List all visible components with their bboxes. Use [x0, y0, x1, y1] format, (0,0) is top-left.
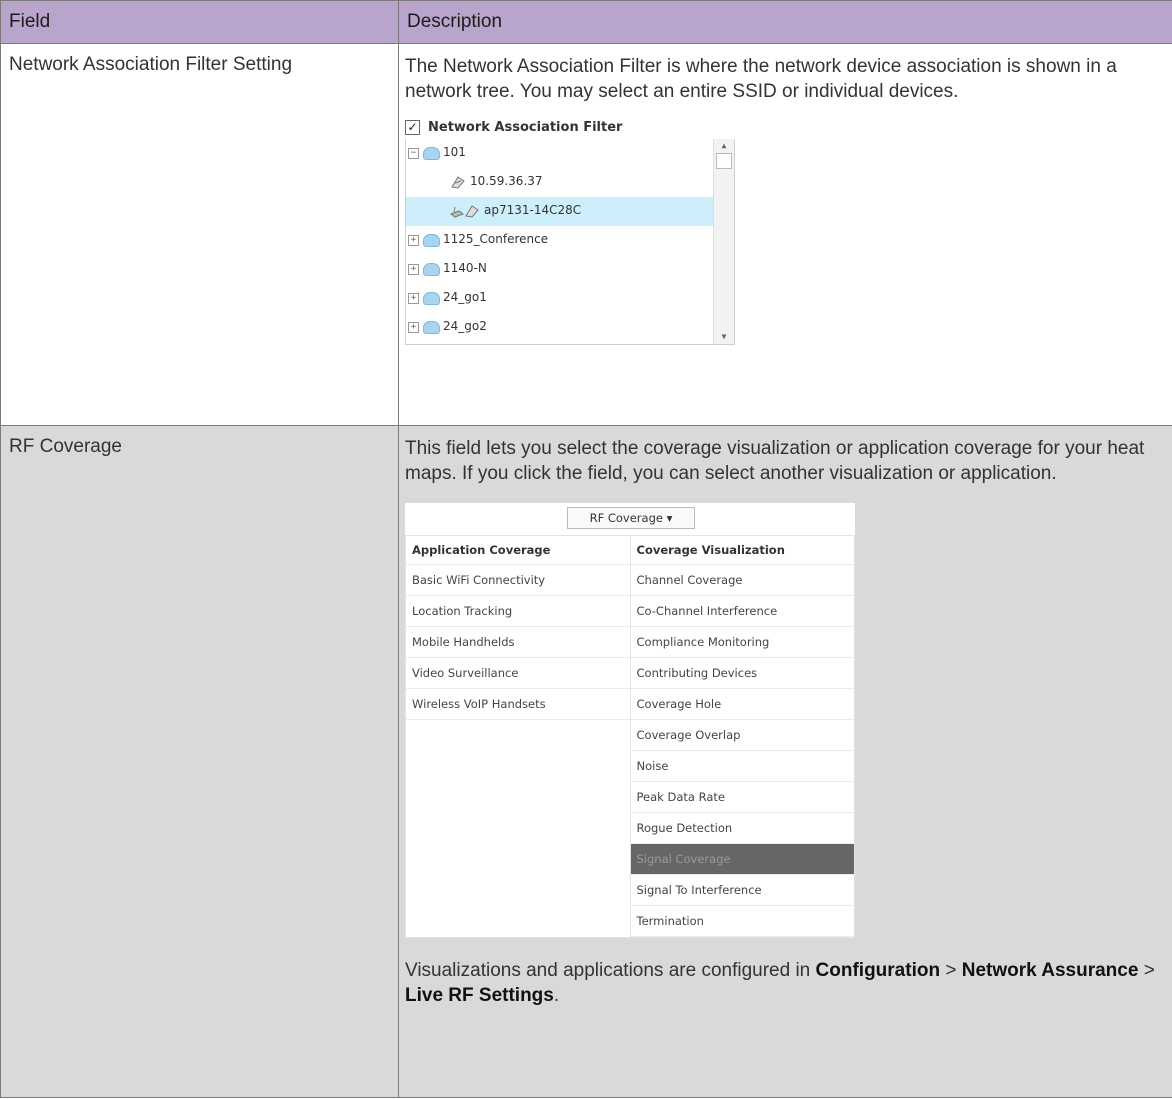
tree-item-24-go2[interactable]: + 24_go2 [406, 313, 734, 342]
path-separator: > [940, 959, 962, 981]
filter-header: ✓ Network Association Filter [405, 117, 735, 139]
field-name: RF Coverage [0, 425, 399, 1098]
coverage-visualization-item[interactable]: Coverage Overlap [630, 720, 854, 751]
coverage-visualization-item[interactable]: Channel Coverage [630, 565, 854, 596]
tree-item-1140-n[interactable]: + 1140-N [406, 255, 734, 284]
application-coverage-item[interactable]: Wireless VoIP Handsets [406, 689, 630, 720]
tree-item-label: 1125_Conference [443, 232, 549, 247]
note-text: . [553, 984, 560, 1006]
scroll-down-icon[interactable]: ▼ [714, 330, 734, 344]
field-description: The Network Association Filter is where … [398, 43, 1172, 426]
coverage-visualization-item[interactable]: Peak Data Rate [630, 782, 854, 813]
application-coverage-header: Application Coverage [406, 536, 630, 565]
device-icon [451, 175, 465, 189]
coverage-visualization-item[interactable]: Contributing Devices [630, 658, 854, 689]
network-association-filter: ✓ Network Association Filter − 101 10.59… [405, 117, 735, 345]
expand-icon[interactable]: + [408, 263, 419, 275]
network-tree[interactable]: − 101 10.59.36.37 ap7131-14C28C + 1125_C… [405, 138, 735, 345]
field-description: This field lets you select the coverage … [398, 425, 1172, 1098]
field-name: Network Association Filter Setting [0, 43, 399, 426]
path-separator: > [1138, 959, 1155, 981]
coverage-visualization-item[interactable]: Compliance Monitoring [630, 627, 854, 658]
menu-path-live-rf-settings: Live RF Settings [405, 984, 554, 1006]
ssid-cloud-icon [423, 262, 440, 276]
application-coverage-column: Application Coverage Basic WiFi Connecti… [406, 535, 631, 937]
application-coverage-item[interactable]: Mobile Handhelds [406, 627, 630, 658]
coverage-visualization-item[interactable]: Rogue Detection [630, 813, 854, 844]
description-text: This field lets you select the coverage … [405, 438, 1145, 485]
coverage-visualization-item[interactable]: Co-Channel Interference [630, 596, 854, 627]
tree-scrollbar[interactable]: ▲ ▼ [713, 138, 734, 344]
tree-item-label: 24_go1 [443, 290, 487, 305]
rf-coverage-widget: RF Coverage ▾ Application Coverage Basic… [405, 502, 855, 938]
application-coverage-item[interactable]: Basic WiFi Connectivity [406, 565, 630, 596]
filter-checkbox[interactable]: ✓ [405, 120, 420, 136]
rf-coverage-dropdown-button[interactable]: RF Coverage ▾ [567, 506, 695, 529]
field-description-table: Field Description Network Association Fi… [0, 0, 1172, 1098]
ssid-cloud-icon [423, 291, 440, 305]
scroll-thumb[interactable] [716, 152, 732, 169]
expand-icon[interactable]: + [408, 292, 419, 304]
menu-path-configuration: Configuration [815, 959, 941, 981]
application-coverage-item[interactable]: Location Tracking [406, 596, 630, 627]
description-column-header: Description [398, 0, 1172, 44]
note-text: Visualizations and applications are conf… [405, 959, 816, 981]
tree-item-device[interactable]: 10.59.36.37 [406, 168, 734, 197]
application-coverage-item[interactable]: Video Surveillance [406, 658, 630, 689]
tree-item-label: 24_go2 [443, 319, 487, 334]
table-row: Network Association Filter Setting The N… [0, 43, 1172, 426]
table-header-row: Field Description [0, 0, 1172, 44]
tree-item-label: 10.59.36.37 [470, 174, 543, 189]
coverage-visualization-item[interactable]: Termination [630, 906, 854, 937]
expand-icon[interactable]: + [408, 234, 419, 246]
menu-path-network-assurance: Network Assurance [961, 959, 1139, 981]
tree-item-label: 1140-N [443, 261, 487, 276]
access-point-icon [450, 204, 479, 218]
coverage-visualization-item[interactable]: Coverage Hole [630, 689, 854, 720]
coverage-visualization-item[interactable]: Signal To Interference [630, 875, 854, 906]
table-row: RF Coverage This field lets you select t… [0, 425, 1172, 1098]
ssid-cloud-icon [423, 233, 440, 247]
tree-item-label: 101 [443, 145, 466, 160]
expand-icon[interactable]: + [408, 321, 419, 333]
description-text: The Network Association Filter is where … [405, 56, 1117, 103]
field-column-header: Field [0, 0, 399, 44]
configuration-note: Visualizations and applications are conf… [405, 958, 1166, 1009]
tree-item-101[interactable]: − 101 [406, 139, 734, 168]
tree-item-24-go1[interactable]: + 24_go1 [406, 284, 734, 313]
coverage-visualization-item[interactable]: Noise [630, 751, 854, 782]
rf-coverage-toolbar: RF Coverage ▾ [405, 502, 855, 535]
tree-item-access-point[interactable]: ap7131-14C28C [406, 196, 734, 226]
ssid-cloud-icon [423, 320, 440, 334]
rf-coverage-menu: Application Coverage Basic WiFi Connecti… [405, 534, 855, 938]
coverage-visualization-item[interactable]: Signal Coverage [630, 843, 854, 875]
tree-item-label: ap7131-14C28C [484, 203, 582, 218]
collapse-icon[interactable]: − [408, 147, 419, 159]
tree-item-1125-conference[interactable]: + 1125_Conference [406, 226, 734, 255]
coverage-visualization-header: Coverage Visualization [630, 536, 854, 565]
coverage-visualization-column: Coverage Visualization Channel Coverage C… [630, 536, 854, 937]
ssid-cloud-icon [423, 146, 440, 160]
filter-checkbox-label: Network Association Filter [428, 119, 623, 135]
scroll-up-icon[interactable]: ▲ [714, 139, 734, 153]
